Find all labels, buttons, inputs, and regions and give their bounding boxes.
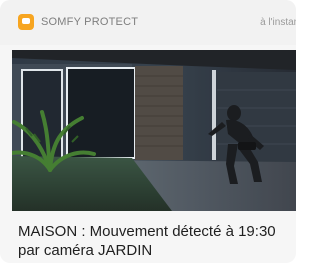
- notification-time: à l'instant: [260, 17, 296, 28]
- somfy-protect-app-icon: [18, 14, 34, 30]
- camera-snapshot-image[interactable]: [12, 50, 296, 211]
- app-name: SOMFY PROTECT: [41, 16, 139, 28]
- notification-card[interactable]: SOMFY PROTECT à l'instant: [0, 0, 296, 263]
- notification-header: SOMFY PROTECT à l'instant: [0, 0, 296, 45]
- notification-message: MAISON : Mouvement détecté à 19:30 par c…: [18, 223, 276, 259]
